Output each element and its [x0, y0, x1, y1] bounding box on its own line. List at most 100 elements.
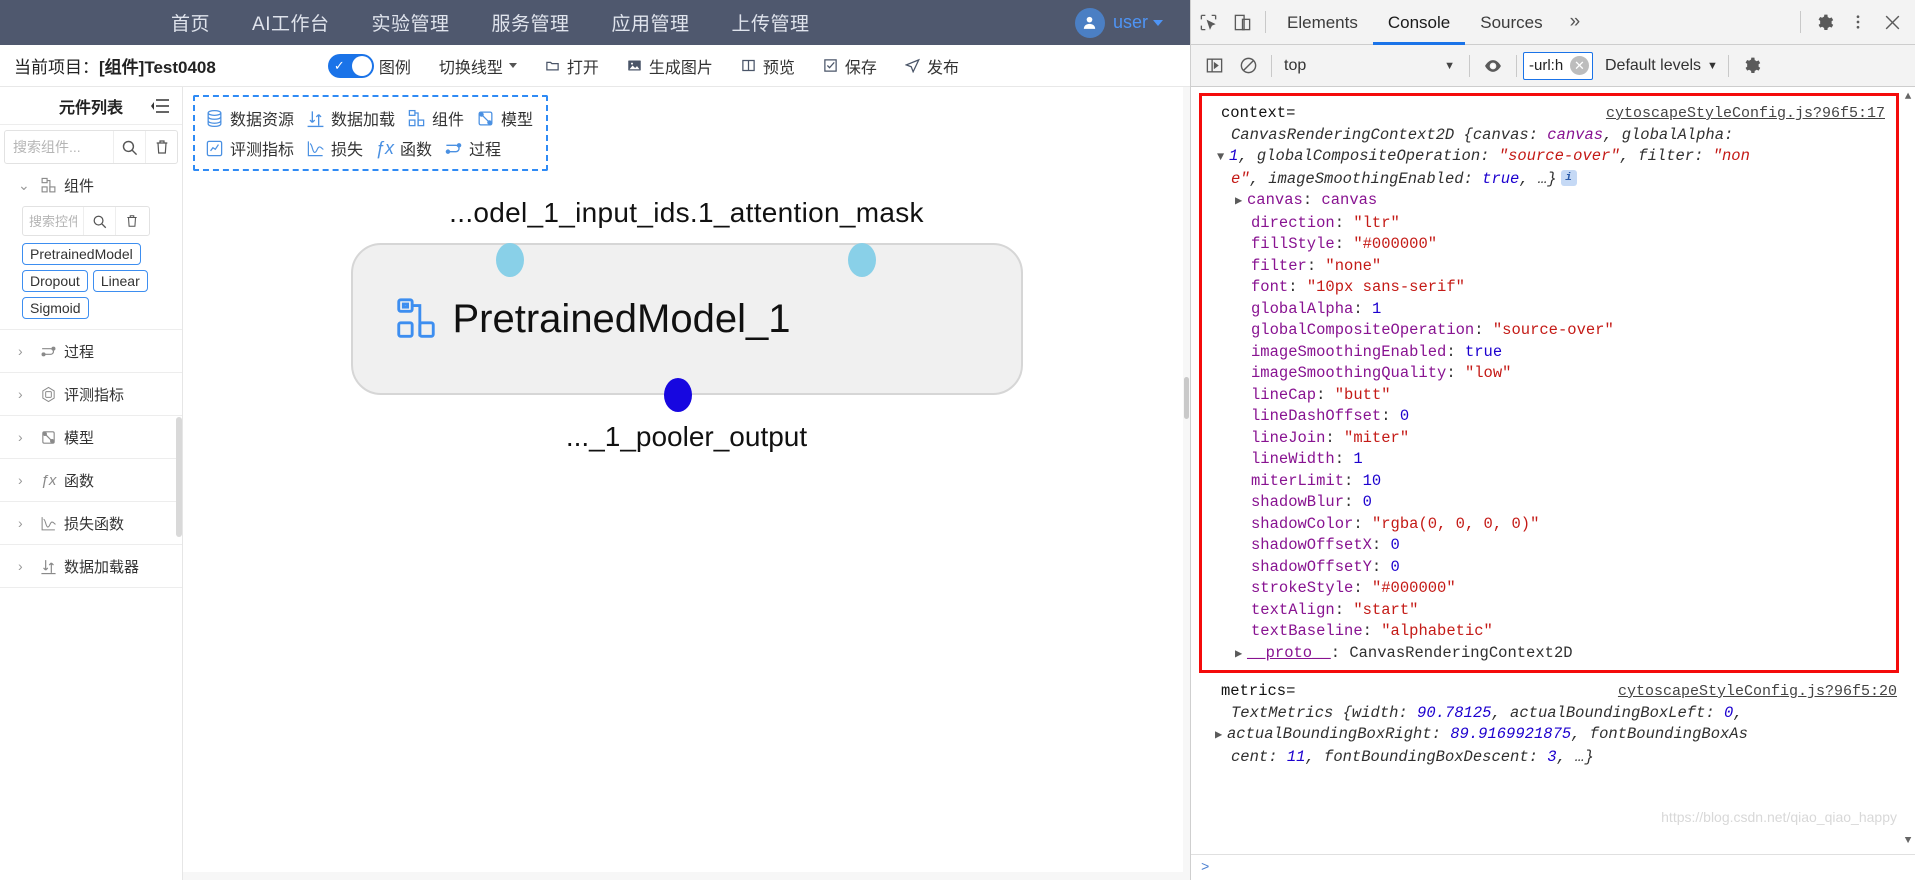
expand-triangle-icon[interactable]: ▶ — [1235, 644, 1247, 666]
prop-value: "butt" — [1334, 385, 1391, 404]
device-toolbar-icon[interactable] — [1225, 5, 1259, 39]
palette-item-model[interactable]: 模型 — [476, 106, 533, 130]
sidebar-item-model[interactable]: › 模型 — [0, 416, 182, 458]
prop-value: "source-over" — [1492, 321, 1614, 339]
nav-service-management[interactable]: 服务管理 — [470, 9, 590, 36]
console-source-link[interactable]: cytoscapeStyleConfig.js?96f5:17 — [1606, 103, 1885, 125]
node-output-port[interactable] — [663, 378, 692, 412]
sidebar-item-dataloader[interactable]: › 数据加载器 — [0, 545, 182, 587]
graph-node-pretrainedmodel[interactable]: PretrainedModel_1 — [350, 243, 1023, 395]
gear-icon[interactable] — [1735, 49, 1769, 83]
scroll-up-icon[interactable]: ▲ — [1901, 87, 1915, 109]
prop-colon: : — [1330, 643, 1350, 662]
nav-home[interactable]: 首页 — [150, 9, 231, 36]
prop-key: lineCap — [1251, 385, 1317, 404]
tab-console[interactable]: Console — [1373, 0, 1465, 45]
nav-experiment-management[interactable]: 实验管理 — [350, 9, 470, 36]
sidebar-item-metrics[interactable]: › 评测指标 — [0, 373, 182, 415]
console-object-summary[interactable]: CanvasRenderingContext2D {canvas: canvas… — [1217, 125, 1903, 191]
prop-row-proto[interactable]: ▶ __proto__: CanvasRenderingContext2D — [1221, 643, 1903, 670]
palette-item-label: 数据资源 — [230, 112, 295, 129]
graph-canvas[interactable]: 数据资源 数据加载 组件 模型 评测指标 损失 ƒx 函数 过程 ...odel… — [183, 87, 1190, 880]
project-tools: ✓ 图例 切换线型 打开 生成图片 预览 保存 发布 — [327, 53, 959, 78]
trash-icon[interactable] — [145, 131, 177, 163]
gear-icon[interactable] — [1807, 5, 1841, 39]
expand-triangle-icon[interactable]: ▼ — [1217, 147, 1229, 169]
sidebar-item-loss[interactable]: › 损失函数 — [0, 502, 182, 544]
clear-filter-icon[interactable]: ✕ — [1570, 56, 1589, 75]
search-icon[interactable] — [113, 131, 145, 163]
sidebar-item-process[interactable]: › 过程 — [0, 330, 182, 372]
generate-image-button[interactable]: 生成图片 — [627, 54, 713, 78]
console-entry-name: context= — [1221, 104, 1296, 122]
clear-console-icon[interactable] — [1231, 49, 1265, 83]
more-tabs-button[interactable]: » — [1558, 11, 1593, 33]
node-input-port-1[interactable] — [495, 243, 524, 277]
canvas-scroll-thumb[interactable] — [1184, 377, 1189, 419]
tab-elements[interactable]: Elements — [1272, 0, 1373, 45]
collapse-panel-icon[interactable] — [150, 98, 170, 114]
console-prompt[interactable]: > — [1191, 854, 1915, 880]
open-button[interactable]: 打开 — [545, 54, 599, 78]
sidebar-group-model: › 模型 — [0, 416, 182, 459]
info-badge-icon[interactable]: i — [1560, 170, 1577, 187]
chip-dropout[interactable]: Dropout — [22, 270, 88, 292]
close-icon[interactable] — [1875, 5, 1909, 39]
node-input-port-2[interactable] — [847, 243, 876, 277]
component-search-box[interactable] — [4, 130, 178, 164]
save-button[interactable]: 保存 — [823, 54, 877, 78]
expand-triangle-icon[interactable]: ▶ — [1235, 191, 1247, 213]
canvas-vertical-scrollbar[interactable] — [1183, 87, 1190, 880]
summary-val-gco: "source-over" — [1498, 147, 1620, 165]
search-icon[interactable] — [83, 207, 115, 235]
console-scrollbar[interactable]: ▲ ▼ — [1901, 87, 1915, 854]
sidebar-group-dataloader: › 数据加载器 — [0, 545, 182, 588]
kebab-menu-icon[interactable] — [1841, 5, 1875, 39]
sidebar-item-function[interactable]: › ƒx 函数 — [0, 459, 182, 501]
console-sidebar-icon[interactable] — [1197, 49, 1231, 83]
control-search-input[interactable] — [23, 213, 83, 229]
scroll-down-icon[interactable]: ▼ — [1901, 831, 1915, 853]
expand-triangle-icon[interactable]: ▶ — [1215, 725, 1227, 747]
console-source-link[interactable]: cytoscapeStyleConfig.js?96f5:20 — [1618, 681, 1897, 703]
inspect-element-icon[interactable] — [1191, 5, 1225, 39]
sidebar-scrollbar-thumb[interactable] — [176, 417, 182, 537]
nav-application-management[interactable]: 应用管理 — [591, 9, 711, 36]
switch-line-type-button[interactable]: 切换线型 — [439, 54, 517, 78]
metrics-summary-line-2[interactable]: ▶ actualBoundingBoxRight: 89.9169921875, … — [1191, 724, 1915, 747]
palette-item-data-load[interactable]: 数据加载 — [306, 106, 395, 130]
log-levels-select[interactable]: Default levels ▼ — [1605, 57, 1718, 75]
palette-item-component[interactable]: 组件 — [407, 106, 464, 130]
console-output[interactable]: context= cytoscapeStyleConfig.js?96f5:17… — [1191, 87, 1915, 854]
preview-button[interactable]: 预览 — [741, 54, 795, 78]
palette-item-process[interactable]: 过程 — [444, 136, 501, 160]
console-filter-input[interactable] — [1529, 57, 1575, 74]
prop-row-canvas[interactable]: ▶ canvas: canvas — [1221, 190, 1903, 213]
canvas-horizontal-scrollbar[interactable] — [183, 872, 1190, 880]
palette-item-data-resource[interactable]: 数据资源 — [205, 106, 294, 130]
chip-sigmoid[interactable]: Sigmoid — [22, 297, 89, 319]
publish-button[interactable]: 发布 — [904, 54, 959, 78]
control-search-box[interactable] — [22, 206, 150, 236]
open-label: 打开 — [566, 59, 599, 77]
user-menu[interactable]: user — [1074, 7, 1163, 38]
nav-upload-management[interactable]: 上传管理 — [711, 9, 831, 36]
chip-linear[interactable]: Linear — [92, 270, 148, 292]
search-input[interactable] — [5, 139, 113, 155]
legend-toggle-wrap[interactable]: ✓ 图例 — [327, 53, 411, 78]
tab-sources[interactable]: Sources — [1465, 0, 1557, 45]
execution-context-select[interactable]: top ▼ — [1278, 53, 1463, 79]
sidebar-item-component[interactable]: ⌄ 组件 — [0, 164, 182, 206]
prop-colon: : — [1288, 278, 1307, 296]
nav-ai-workbench[interactable]: AI工作台 — [231, 9, 350, 36]
legend-toggle[interactable]: ✓ — [327, 53, 374, 78]
live-expression-icon[interactable] — [1476, 49, 1510, 83]
console-filter-box[interactable]: ✕ — [1523, 51, 1593, 80]
palette-item-loss[interactable]: 损失 — [306, 136, 363, 160]
switch-line-type-label: 切换线型 — [438, 59, 503, 77]
trash-icon[interactable] — [115, 207, 147, 235]
palette-item-metrics[interactable]: 评测指标 — [205, 136, 294, 160]
palette-item-function[interactable]: ƒx 函数 — [375, 136, 432, 160]
prop-value: "rgba(0, 0, 0, 0)" — [1371, 514, 1540, 533]
chip-pretrainedmodel[interactable]: PretrainedModel — [22, 243, 141, 265]
